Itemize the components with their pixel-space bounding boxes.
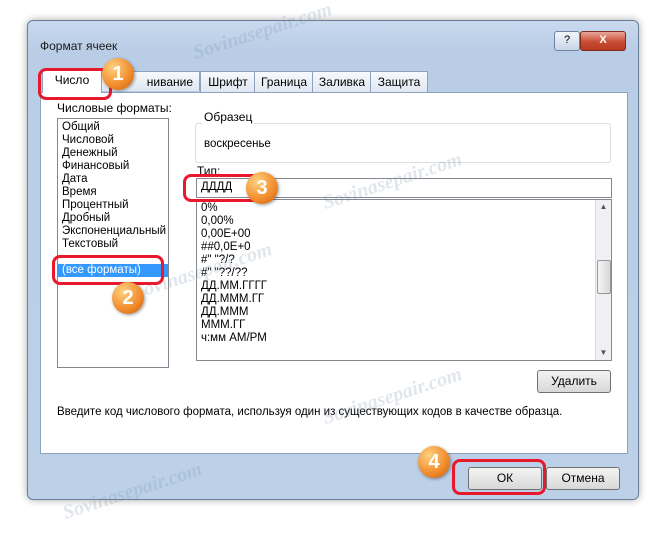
tab-font[interactable]: Шрифт <box>200 71 256 92</box>
cancel-button[interactable]: Отмена <box>546 467 620 490</box>
tab-fill[interactable]: Заливка <box>312 71 372 92</box>
highlight-all-formats <box>52 255 164 285</box>
sample-group: Образец воскресенье <box>195 110 611 163</box>
category-item[interactable]: Денежный <box>58 147 168 160</box>
category-item[interactable]: Числовой <box>58 134 168 147</box>
delete-button[interactable]: Удалить <box>537 370 611 393</box>
step-marker-4: 4 <box>418 446 450 478</box>
type-list-item[interactable]: МММ.ГГ <box>197 319 611 332</box>
hint-text: Введите код числового формата, используя… <box>57 406 563 418</box>
type-list-item[interactable]: ДД.МММ.ГГ <box>197 293 611 306</box>
category-item[interactable]: Текстовый <box>58 238 168 251</box>
tab-protection[interactable]: Защита <box>370 71 428 92</box>
category-item[interactable]: Дробный <box>58 212 168 225</box>
type-list-item[interactable]: ч:мм AM/PM <box>197 332 611 345</box>
category-item[interactable]: Процентный <box>58 199 168 212</box>
help-button[interactable]: ? <box>554 31 580 51</box>
type-list-item[interactable]: 0% <box>197 202 611 215</box>
categories-list[interactable]: Общий Числовой Денежный Финансовый Дата Время… <box>57 118 169 368</box>
type-list-item[interactable]: 0,00% <box>197 215 611 228</box>
scroll-thumb[interactable] <box>597 260 611 294</box>
category-item[interactable]: Экспоненциальный <box>58 225 168 238</box>
sample-value: воскресенье <box>204 138 271 150</box>
step-marker-2: 2 <box>112 282 144 314</box>
category-item[interactable]: Дата <box>58 173 168 186</box>
highlight-number-tab <box>38 68 112 100</box>
step-marker-1: 1 <box>102 58 134 90</box>
scroll-up-icon[interactable]: ▲ <box>596 200 611 214</box>
category-item[interactable]: Время <box>58 186 168 199</box>
highlight-ok-button <box>452 459 546 495</box>
dialog-title: Формат ячеек <box>40 39 118 53</box>
sample-label: Образец <box>202 110 255 124</box>
type-list[interactable]: 0% 0,00% 0,00E+00 ##0,0E+0 #" "?/? #" "??/?? Д… <box>196 199 612 361</box>
type-list-item[interactable]: #" "??/?? <box>197 267 611 280</box>
category-item[interactable]: Общий <box>58 121 168 134</box>
close-button[interactable]: X <box>580 31 626 51</box>
scroll-down-icon[interactable]: ▼ <box>596 346 611 360</box>
type-list-item[interactable]: ДД.ММ.ГГГГ <box>197 280 611 293</box>
category-item[interactable]: Финансовый <box>58 160 168 173</box>
step-marker-3: 3 <box>246 172 278 204</box>
tab-border[interactable]: Граница <box>254 71 314 92</box>
type-list-item[interactable]: ДД.МММ <box>197 306 611 319</box>
type-list-item[interactable]: 0,00E+00 <box>197 228 611 241</box>
categories-label: Числовые форматы: <box>57 101 172 115</box>
type-list-scrollbar[interactable]: ▲ ▼ <box>595 200 611 360</box>
